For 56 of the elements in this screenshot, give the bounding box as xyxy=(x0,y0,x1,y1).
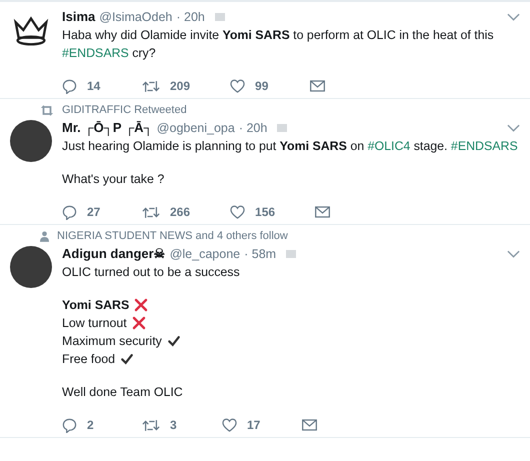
tweet-time[interactable]: · 20h xyxy=(238,120,268,134)
person-icon xyxy=(40,230,49,242)
device-icon xyxy=(214,12,225,22)
envelope-icon[interactable] xyxy=(315,206,330,218)
tweet-text: cry? xyxy=(131,45,156,62)
envelope-icon[interactable] xyxy=(302,419,317,431)
reply-count: 2 xyxy=(87,418,94,432)
context-label: GIDITRAFFIC Retweeted xyxy=(62,104,187,116)
user-handle[interactable]: @le_capone xyxy=(170,246,240,260)
tweet-text: stage. xyxy=(412,138,448,155)
like-count: 156 xyxy=(255,205,276,219)
heart-icon[interactable] xyxy=(222,418,237,432)
reply-icon[interactable] xyxy=(62,204,77,220)
tweet-text: OLIC turned out to be a success xyxy=(62,264,240,281)
reply-count: 14 xyxy=(87,79,100,93)
like-count: 99 xyxy=(255,79,268,93)
hashtag-link[interactable]: #OLIC4 xyxy=(368,137,410,155)
envelope-icon[interactable] xyxy=(310,80,326,92)
tweet-time[interactable]: · 20h xyxy=(176,10,205,24)
user-handle[interactable]: @ogbeni_opa xyxy=(156,120,235,134)
hashtag-link[interactable]: #ENDSARS xyxy=(62,44,129,62)
user-name[interactable]: Mr. ┌Ō┐P ┌Ā┐ xyxy=(62,120,153,135)
tweet-text: Yomi SARS xyxy=(62,297,130,314)
cross-mark-icon xyxy=(134,298,148,312)
tweet-text: Free food xyxy=(62,351,116,368)
chevron-down-icon[interactable] xyxy=(507,250,520,258)
avatar-photo-placeholder[interactable] xyxy=(10,246,52,288)
retweet-count: 3 xyxy=(170,418,177,432)
device-icon xyxy=(277,122,288,132)
cross-mark-icon xyxy=(132,316,146,330)
check-mark-icon xyxy=(166,335,181,347)
reply-icon[interactable] xyxy=(62,418,77,432)
device-icon xyxy=(286,248,296,258)
like-count: 17 xyxy=(247,418,260,432)
reply-icon[interactable] xyxy=(62,78,77,94)
tweet-text: What's your take ? xyxy=(62,171,164,188)
retweet-count: 209 xyxy=(170,79,190,93)
context-label: NIGERIA STUDENT NEWS and 4 others follow xyxy=(57,230,288,242)
user-name[interactable]: Adigun danger☠ xyxy=(62,246,166,261)
reply-count: 27 xyxy=(87,205,100,219)
user-handle[interactable]: @IsimaOdeh xyxy=(99,10,172,24)
chevron-down-icon[interactable] xyxy=(507,124,520,132)
check-mark-icon xyxy=(120,353,134,365)
avatar-photo-placeholder[interactable] xyxy=(10,120,52,162)
tweet-text: Maximum security xyxy=(62,333,162,350)
tweet-text: Haba why did Olamide invite Yomi SARS to perform at OLIC in the heat of this xyxy=(62,27,494,44)
tweet-time[interactable]: · 58m xyxy=(244,246,276,260)
tweet-text: Well done Team OLIC xyxy=(62,384,183,401)
heart-icon[interactable] xyxy=(230,205,246,219)
tweet-text: Low turnout xyxy=(62,315,127,332)
retweet-count: 266 xyxy=(170,205,190,219)
hashtag-link[interactable]: #ENDSARS xyxy=(450,137,518,155)
tweet-text: Just hearing Olamide is planning to put Yomi SARS on xyxy=(62,138,366,155)
user-name[interactable]: Isima xyxy=(62,9,96,24)
heart-icon[interactable] xyxy=(230,79,246,93)
chevron-down-icon[interactable] xyxy=(507,12,520,20)
